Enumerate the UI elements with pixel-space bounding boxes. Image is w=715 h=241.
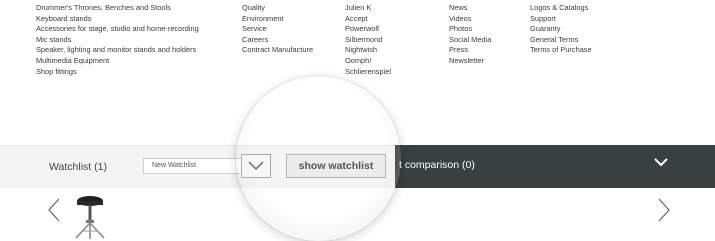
footer-link[interactable]: Nightwish — [345, 45, 391, 56]
footer-link[interactable]: Powerwolf — [345, 24, 391, 35]
footer-column-company: Quality Environment Service Careers Cont… — [242, 3, 313, 56]
watchlist-panel: Watchlist (1) New Watchlist show watchli… — [0, 145, 395, 189]
footer-link[interactable]: News — [449, 3, 491, 14]
footer-column-products: Drummer's Thrones, Benches and Stools Ke… — [36, 3, 206, 77]
footer-link[interactable]: Contract Manufacture — [242, 45, 313, 56]
drum-throne-image[interactable] — [70, 194, 110, 240]
chevron-right-icon[interactable] — [658, 198, 670, 222]
watchlist-products — [0, 188, 715, 241]
footer-link[interactable]: Careers — [242, 35, 313, 46]
footer-link[interactable]: Drummer's Thrones, Benches and Stools — [36, 3, 206, 14]
footer-link[interactable]: Schlierenspiel — [345, 67, 391, 78]
watchlist-select-value: New Watchlist — [152, 162, 197, 169]
footer-link[interactable]: Mic stands — [36, 35, 206, 46]
footer-link[interactable]: Speaker, lighting and monitor stands and… — [36, 45, 206, 56]
footer-link[interactable]: Social Media — [449, 35, 491, 46]
comparison-panel: t comparison (0) — [395, 145, 715, 188]
footer-link[interactable]: Silbermond — [345, 35, 391, 46]
chevron-down-icon[interactable] — [654, 158, 668, 167]
footer-link[interactable]: Photos — [449, 24, 491, 35]
watchlist-title: Watchlist (1) — [49, 161, 107, 173]
footer-link[interactable]: Julien K — [345, 3, 391, 14]
watchlist-dropdown-button[interactable] — [241, 154, 271, 178]
footer-links: Drummer's Thrones, Benches and Stools Ke… — [0, 0, 715, 145]
footer-link[interactable]: Multimedia Equipment — [36, 56, 206, 67]
footer-link[interactable]: Newsletter — [449, 56, 491, 67]
footer-link[interactable]: General Terms — [530, 35, 592, 46]
watchlist-bar: Watchlist (1) New Watchlist show watchli… — [0, 145, 715, 189]
footer-link[interactable]: Service — [242, 24, 313, 35]
footer-link[interactable]: Accessories for stage, studio and home-r… — [36, 24, 206, 35]
footer-link[interactable]: Keyboard stands — [36, 14, 206, 25]
footer-link[interactable]: Environment — [242, 14, 313, 25]
footer-link[interactable]: Videos — [449, 14, 491, 25]
chevron-down-icon — [248, 161, 264, 171]
footer-link[interactable]: Shop fittings — [36, 67, 206, 78]
footer-link[interactable]: Accept — [345, 14, 391, 25]
footer-link[interactable]: Press — [449, 45, 491, 56]
footer-link[interactable]: Logos & Catalogs — [530, 3, 592, 14]
footer-link[interactable]: Guaranty — [530, 24, 592, 35]
footer-column-service: Logos & Catalogs Support Guaranty Genera… — [530, 3, 592, 56]
comparison-label: t comparison (0) — [399, 159, 475, 171]
show-watchlist-button[interactable]: show watchlist — [286, 154, 386, 178]
footer-link[interactable]: Quality — [242, 3, 313, 14]
footer-link[interactable]: Support — [530, 14, 592, 25]
chevron-left-icon[interactable] — [48, 198, 60, 222]
footer-column-artists: Julien K Accept Powerwolf Silbermond Nig… — [345, 3, 391, 77]
footer-link[interactable]: Oomph! — [345, 56, 391, 67]
footer-link[interactable]: Terms of Purchase — [530, 45, 592, 56]
footer-column-media: News Videos Photos Social Media Press Ne… — [449, 3, 491, 67]
